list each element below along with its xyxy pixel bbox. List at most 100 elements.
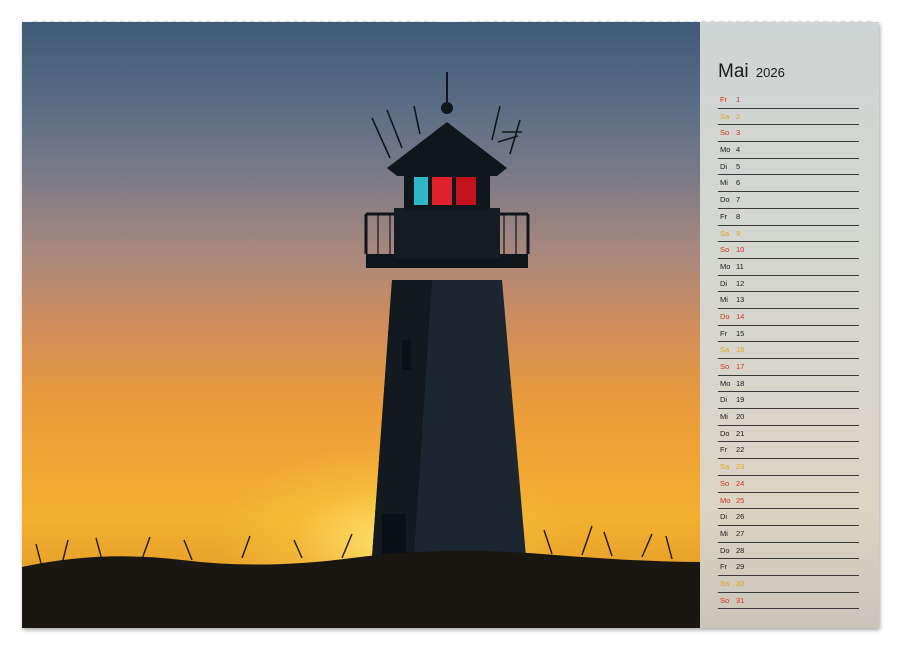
- calendar-day-row: Sa 9: [718, 226, 859, 243]
- calendar-day-row: So 31: [718, 593, 859, 610]
- day-number: 29: [736, 559, 744, 574]
- day-weekday: Di: [720, 392, 727, 407]
- day-number: 2: [736, 109, 740, 124]
- day-number: 1: [736, 92, 740, 107]
- day-weekday: Do: [720, 309, 730, 324]
- day-weekday: Sa: [720, 109, 729, 124]
- day-number: 3: [736, 125, 740, 140]
- day-number: 6: [736, 175, 740, 190]
- day-number: 23: [736, 459, 744, 474]
- day-weekday: So: [720, 242, 729, 257]
- lighthouse-silhouette: [22, 22, 700, 628]
- day-number: 13: [736, 292, 744, 307]
- day-number: 25: [736, 493, 744, 508]
- day-weekday: Fr: [720, 442, 727, 457]
- calendar-day-row: Di 26: [718, 509, 859, 526]
- day-number: 20: [736, 409, 744, 424]
- calendar-day-row: Do 14: [718, 309, 859, 326]
- day-weekday: Mi: [720, 526, 728, 541]
- day-weekday: Sa: [720, 576, 729, 591]
- calendar-day-row: Di 5: [718, 159, 859, 176]
- calendar-day-row: Sa 23: [718, 459, 859, 476]
- day-weekday: Mi: [720, 409, 728, 424]
- day-weekday: Sa: [720, 342, 729, 357]
- calendar-day-row: Do 7: [718, 192, 859, 209]
- calendar-day-row: Sa 2: [718, 109, 859, 126]
- calendar-day-row: So 24: [718, 476, 859, 493]
- day-weekday: So: [720, 359, 729, 374]
- day-number: 10: [736, 242, 744, 257]
- day-weekday: Sa: [720, 226, 729, 241]
- day-weekday: So: [720, 125, 729, 140]
- day-number: 17: [736, 359, 744, 374]
- calendar-day-row: Mi 20: [718, 409, 859, 426]
- day-number: 4: [736, 142, 740, 157]
- day-number: 12: [736, 276, 744, 291]
- day-number: 9: [736, 226, 740, 241]
- day-number: 14: [736, 309, 744, 324]
- calendar-day-row: Di 12: [718, 276, 859, 293]
- day-weekday: Do: [720, 426, 730, 441]
- day-weekday: Mi: [720, 175, 728, 190]
- day-list: Fr1Sa2So3Mo4Di5Mi6Do7Fr8Sa9So10Mo11Di12M…: [718, 92, 859, 609]
- calendar-day-row: Fr 29: [718, 559, 859, 576]
- calendar-day-row: Fr 15: [718, 326, 859, 343]
- month-year: 2026: [756, 65, 785, 80]
- day-weekday: Mo: [720, 142, 730, 157]
- calendar-day-row: Fr 1: [718, 92, 859, 109]
- day-weekday: Sa: [720, 459, 729, 474]
- day-number: 8: [736, 209, 740, 224]
- day-weekday: Di: [720, 159, 727, 174]
- day-number: 16: [736, 342, 744, 357]
- day-number: 27: [736, 526, 744, 541]
- day-number: 24: [736, 476, 744, 491]
- calendar-day-row: Mi 6: [718, 175, 859, 192]
- calendar-page: Mai 2026 Fr1Sa2So3Mo4Di5Mi6Do7Fr8Sa9So10…: [22, 22, 879, 628]
- calendar-day-row: Do 28: [718, 543, 859, 560]
- day-weekday: Fr: [720, 326, 727, 341]
- day-weekday: Mo: [720, 376, 730, 391]
- day-number: 5: [736, 159, 740, 174]
- day-weekday: Do: [720, 192, 730, 207]
- day-number: 15: [736, 326, 744, 341]
- calendar-day-row: Mo 4: [718, 142, 859, 159]
- spiral-binding: [0, 0, 899, 22]
- day-weekday: Do: [720, 543, 730, 558]
- day-weekday: Mo: [720, 493, 730, 508]
- calendar-day-row: Fr 22: [718, 442, 859, 459]
- calendar-day-row: Mi 27: [718, 526, 859, 543]
- day-number: 22: [736, 442, 744, 457]
- month-title: Mai 2026: [718, 61, 785, 83]
- day-weekday: Fr: [720, 209, 727, 224]
- day-weekday: So: [720, 476, 729, 491]
- calendar-day-row: Fr 8: [718, 209, 859, 226]
- month-name: Mai: [718, 61, 749, 82]
- day-number: 7: [736, 192, 740, 207]
- calendar-day-row: So 17: [718, 359, 859, 376]
- day-number: 26: [736, 509, 744, 524]
- calendar-day-row: So 3: [718, 125, 859, 142]
- calendar-day-row: Mo 11: [718, 259, 859, 276]
- day-weekday: Di: [720, 276, 727, 291]
- day-weekday: Fr: [720, 559, 727, 574]
- day-number: 30: [736, 576, 744, 591]
- day-number: 19: [736, 392, 744, 407]
- day-weekday: Fr: [720, 92, 727, 107]
- day-number: 21: [736, 426, 744, 441]
- day-weekday: Mi: [720, 292, 728, 307]
- day-number: 28: [736, 543, 744, 558]
- calendar-day-row: Sa 16: [718, 342, 859, 359]
- day-weekday: Mo: [720, 259, 730, 274]
- calendar-day-row: Do 21: [718, 426, 859, 443]
- calendar-day-row: So 10: [718, 242, 859, 259]
- calendar-day-row: Mo 25: [718, 493, 859, 510]
- lighthouse-photo: [22, 22, 700, 628]
- calendar-day-row: Di 19: [718, 392, 859, 409]
- day-weekday: So: [720, 593, 729, 608]
- day-number: 31: [736, 593, 744, 608]
- calendar-panel: Mai 2026 Fr1Sa2So3Mo4Di5Mi6Do7Fr8Sa9So10…: [700, 22, 879, 628]
- calendar-day-row: Sa 30: [718, 576, 859, 593]
- day-number: 11: [736, 259, 744, 274]
- calendar-day-row: Mi 13: [718, 292, 859, 309]
- day-weekday: Di: [720, 509, 727, 524]
